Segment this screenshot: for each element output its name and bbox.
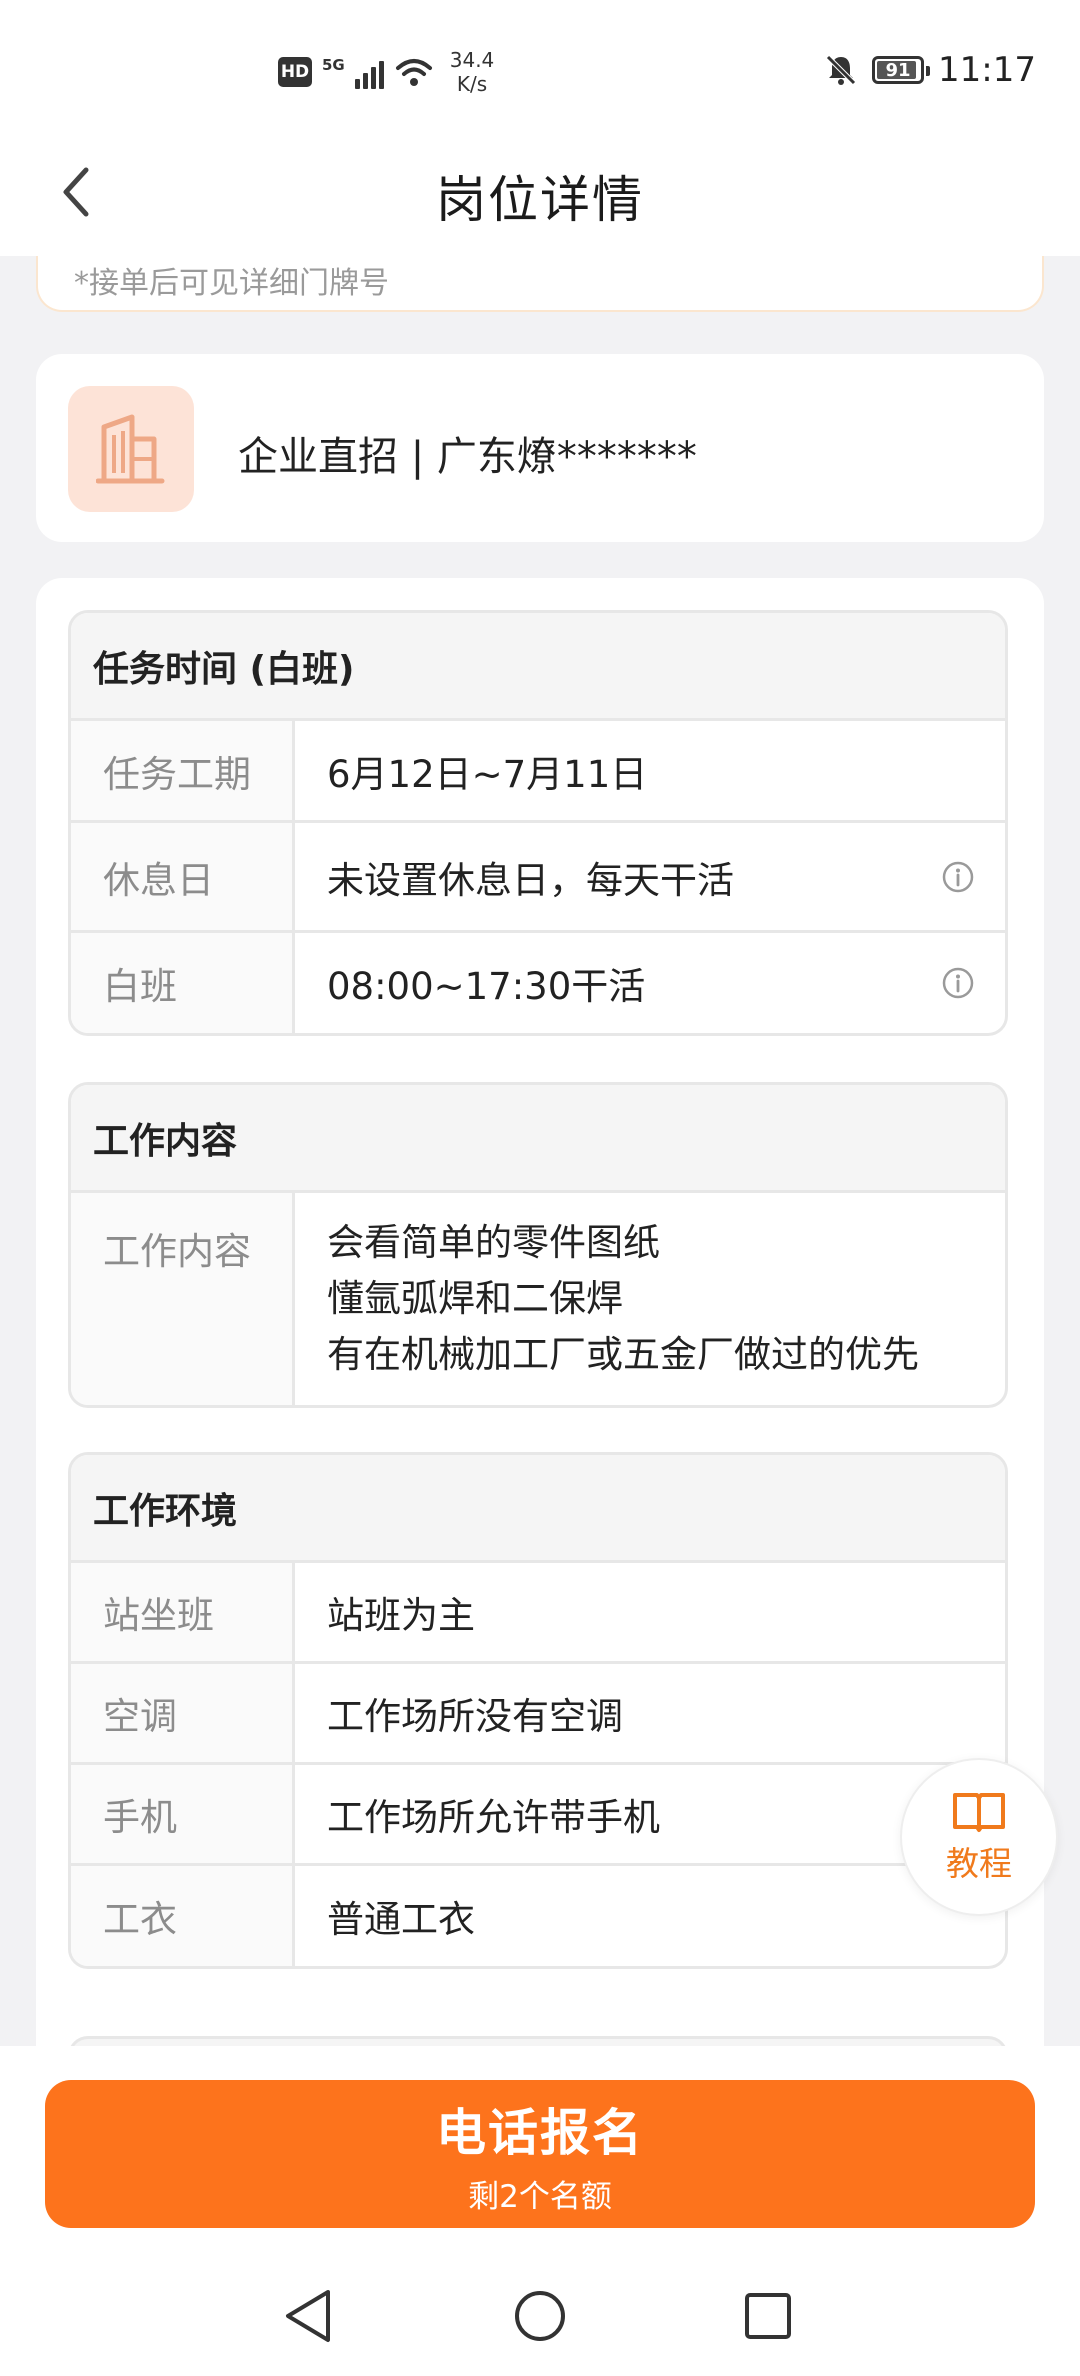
wifi-icon	[395, 59, 432, 86]
page-title: 岗位详情	[436, 171, 644, 229]
table-row: 站坐班 站班为主	[71, 1563, 1005, 1664]
row-value: 工作场所允许带手机	[327, 1796, 660, 1839]
speed-unit: K/s	[456, 72, 488, 96]
cta-label: 电话报名	[436, 2103, 644, 2162]
row-key: 任务工期	[71, 721, 295, 820]
company-card: 企业直招 | 广东燎*******	[36, 354, 1044, 542]
table-row: 手机 工作场所允许带手机	[71, 1765, 1005, 1866]
hd-badge: HD	[278, 57, 312, 87]
header: 岗位详情	[0, 130, 1080, 256]
address-note: *接单后可见详细门牌号	[74, 266, 389, 301]
row-key: 工衣	[71, 1866, 295, 1966]
info-icon[interactable]	[941, 966, 975, 1000]
network-type: 5G	[322, 56, 345, 74]
system-navigation	[0, 2266, 1080, 2362]
nav-back-button[interactable]	[268, 2276, 348, 2356]
company-logo	[68, 386, 194, 512]
work-env-section: 工作环境 站坐班 站班为主 空调 工作场所没有空调 手机 工作场所允许带手机 工…	[68, 1452, 1008, 1969]
table-row: 工衣 普通工衣	[71, 1866, 1005, 1966]
row-value: 普通工衣	[327, 1898, 475, 1941]
status-left: HD 5G 34.4 K/s	[278, 48, 494, 96]
status-bar: HD 5G 34.4 K/s 91 11:17	[0, 0, 1080, 130]
table-row: 空调 工作场所没有空调	[71, 1664, 1005, 1765]
next-section	[68, 2036, 1008, 2046]
row-value: 08:00~17:30干活	[327, 965, 646, 1008]
table-row: 休息日 未设置休息日，每天干活	[71, 823, 1005, 933]
book-icon	[953, 1793, 1005, 1832]
row-value: 站班为主	[327, 1594, 475, 1637]
remaining-slots: 剩2个名额	[468, 2178, 612, 2215]
section-title: 任务时间 (白班)	[71, 613, 1005, 721]
signal-icon	[354, 55, 384, 89]
phone-signup-button[interactable]: 电话报名 剩2个名额	[45, 2080, 1035, 2228]
task-time-section: 任务时间 (白班) 任务工期 6月12日~7月11日 休息日 未设置休息日，每天…	[68, 610, 1008, 1036]
address-card: *接单后可见详细门牌号	[36, 256, 1044, 312]
row-key: 手机	[71, 1765, 295, 1863]
network-speed: 34.4 K/s	[450, 48, 495, 96]
row-key: 休息日	[71, 823, 295, 930]
battery-icon: 91	[872, 56, 931, 84]
section-title: 工作内容	[71, 1085, 1005, 1193]
info-icon[interactable]	[941, 860, 975, 894]
circle-home-icon	[515, 2291, 565, 2341]
tutorial-label: 教程	[946, 1844, 1012, 1883]
triangle-back-icon	[286, 2290, 330, 2342]
table-row: 白班 08:00~17:30干活	[71, 933, 1005, 1033]
notifications-off-icon	[826, 55, 856, 85]
clock: 11:17	[938, 50, 1036, 90]
table-row: 工作内容 会看简单的零件图纸 懂氩弧焊和二保焊 有在机械加工厂或五金厂做过的优先	[71, 1193, 1005, 1405]
nav-recents-button[interactable]	[728, 2276, 808, 2356]
row-value: 6月12日~7月11日	[327, 752, 648, 796]
content-line: 懂氩弧焊和二保焊	[327, 1277, 623, 1320]
building-icon	[96, 414, 165, 484]
battery-percent: 91	[885, 59, 911, 81]
details-card: 任务时间 (白班) 任务工期 6月12日~7月11日 休息日 未设置休息日，每天…	[36, 578, 1044, 2046]
company-name: 企业直招 | 广东燎*******	[238, 434, 697, 480]
work-content-section: 工作内容 工作内容 会看简单的零件图纸 懂氩弧焊和二保焊 有在机械加工厂或五金厂…	[68, 1082, 1008, 1408]
row-value: 未设置休息日，每天干活	[327, 858, 734, 902]
table-row: 任务工期 6月12日~7月11日	[71, 721, 1005, 823]
tutorial-button[interactable]: 教程	[900, 1758, 1058, 1916]
content-area[interactable]: *接单后可见详细门牌号 企业直招 | 广东燎******* 任务时间 (白班) …	[0, 256, 1080, 2046]
row-key: 白班	[71, 933, 295, 1033]
row-value: 会看简单的零件图纸 懂氩弧焊和二保焊 有在机械加工厂或五金厂做过的优先	[295, 1193, 1005, 1405]
square-recents-icon	[745, 2293, 791, 2339]
row-key: 空调	[71, 1664, 295, 1762]
row-value: 工作场所没有空调	[327, 1695, 623, 1738]
status-right: 91 11:17	[824, 50, 1036, 90]
nav-home-button[interactable]	[500, 2276, 580, 2356]
row-key: 工作内容	[71, 1193, 295, 1405]
bottom-bar: 电话报名 剩2个名额	[0, 2046, 1080, 2376]
content-line: 有在机械加工厂或五金厂做过的优先	[327, 1333, 919, 1376]
row-key: 站坐班	[71, 1563, 295, 1661]
speed-value: 34.4	[449, 48, 495, 72]
section-title: 工作环境	[71, 1455, 1005, 1563]
content-line: 会看简单的零件图纸	[327, 1221, 660, 1264]
